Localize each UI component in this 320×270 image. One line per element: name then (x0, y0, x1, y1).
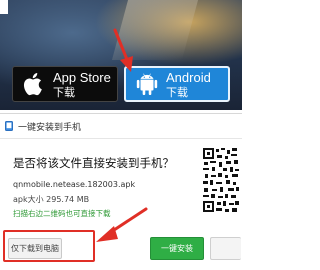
android-download-button[interactable]: Android 下载 (124, 66, 230, 102)
app-store-sub-label: 下载 (53, 85, 75, 99)
app-store-label: App Store (53, 69, 111, 85)
one-click-install-button[interactable]: 一键安装 (150, 237, 204, 260)
app-store-download-button[interactable]: App Store 下载 (12, 66, 118, 102)
download-to-pc-button[interactable]: 仅下载到电脑 (8, 238, 62, 259)
banner-character-art (111, 0, 199, 60)
install-question: 是否将该文件直接安装到手机？ (13, 156, 174, 170)
android-icon (136, 73, 158, 96)
file-size: apk大小 295.74 MB (13, 195, 90, 204)
android-label: Android (166, 69, 211, 85)
banner-edge (0, 0, 8, 14)
apple-icon (23, 73, 42, 96)
game-banner: App Store 下载 Android 下载 (0, 0, 242, 110)
qr-hint: 扫描右边二维码也可直接下载 (13, 209, 111, 218)
qr-code-icon (202, 147, 240, 213)
file-name: qnmobile.netease.182003.apk (13, 180, 136, 189)
dialog-title: 一键安装到手机 (18, 122, 82, 133)
cancel-button[interactable] (210, 237, 241, 260)
android-sub-label: 下载 (166, 85, 188, 99)
phone-icon (4, 121, 14, 131)
dialog-titlebar: 一键安装到手机 (0, 114, 242, 139)
